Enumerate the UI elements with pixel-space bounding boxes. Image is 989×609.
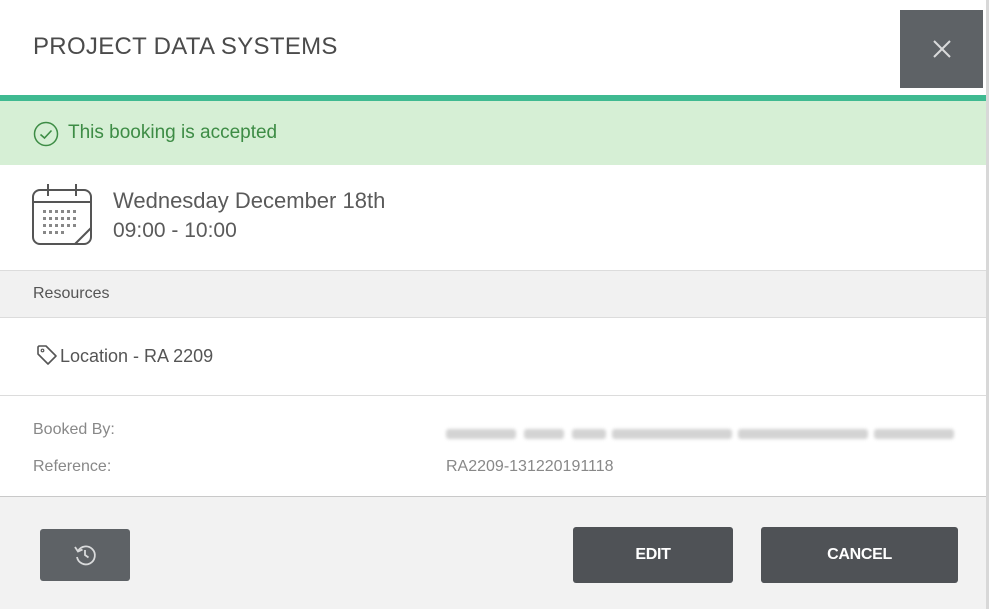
booking-time: 09:00 - 10:00 xyxy=(113,219,237,242)
booking-datetime: Wednesday December 18th 09:00 - 10:00 xyxy=(0,165,986,271)
dialog-title: PROJECT DATA SYSTEMS xyxy=(33,33,338,60)
booked-by-value-redacted xyxy=(446,426,956,442)
resource-item: Location - RA 2209 xyxy=(0,318,986,396)
resources-heading: Resources xyxy=(33,285,110,302)
resources-header: Resources xyxy=(0,271,986,318)
booked-by-label: Booked By: xyxy=(33,421,115,438)
reference-label: Reference: xyxy=(33,458,112,475)
close-button[interactable] xyxy=(900,10,983,88)
history-button[interactable] xyxy=(40,529,130,581)
status-banner: This booking is accepted xyxy=(0,101,986,165)
reference-value: RA2209-131220191118 xyxy=(446,458,614,475)
booking-details: Booked By: Reference: RA2209-13122019111… xyxy=(0,396,986,497)
dialog-footer: EDIT CANCEL xyxy=(0,497,986,609)
history-icon xyxy=(74,545,96,566)
resource-label: Location - RA 2209 xyxy=(60,346,214,366)
close-icon xyxy=(932,40,951,58)
tag-icon xyxy=(37,345,57,365)
dialog-header: PROJECT DATA SYSTEMS xyxy=(0,0,989,95)
calendar-icon xyxy=(32,184,92,245)
edit-button[interactable]: EDIT xyxy=(573,527,733,583)
booking-date: Wednesday December 18th xyxy=(113,188,386,213)
cancel-button[interactable]: CANCEL xyxy=(761,527,958,583)
check-circle-icon xyxy=(33,121,59,147)
status-text: This booking is accepted xyxy=(68,122,278,143)
